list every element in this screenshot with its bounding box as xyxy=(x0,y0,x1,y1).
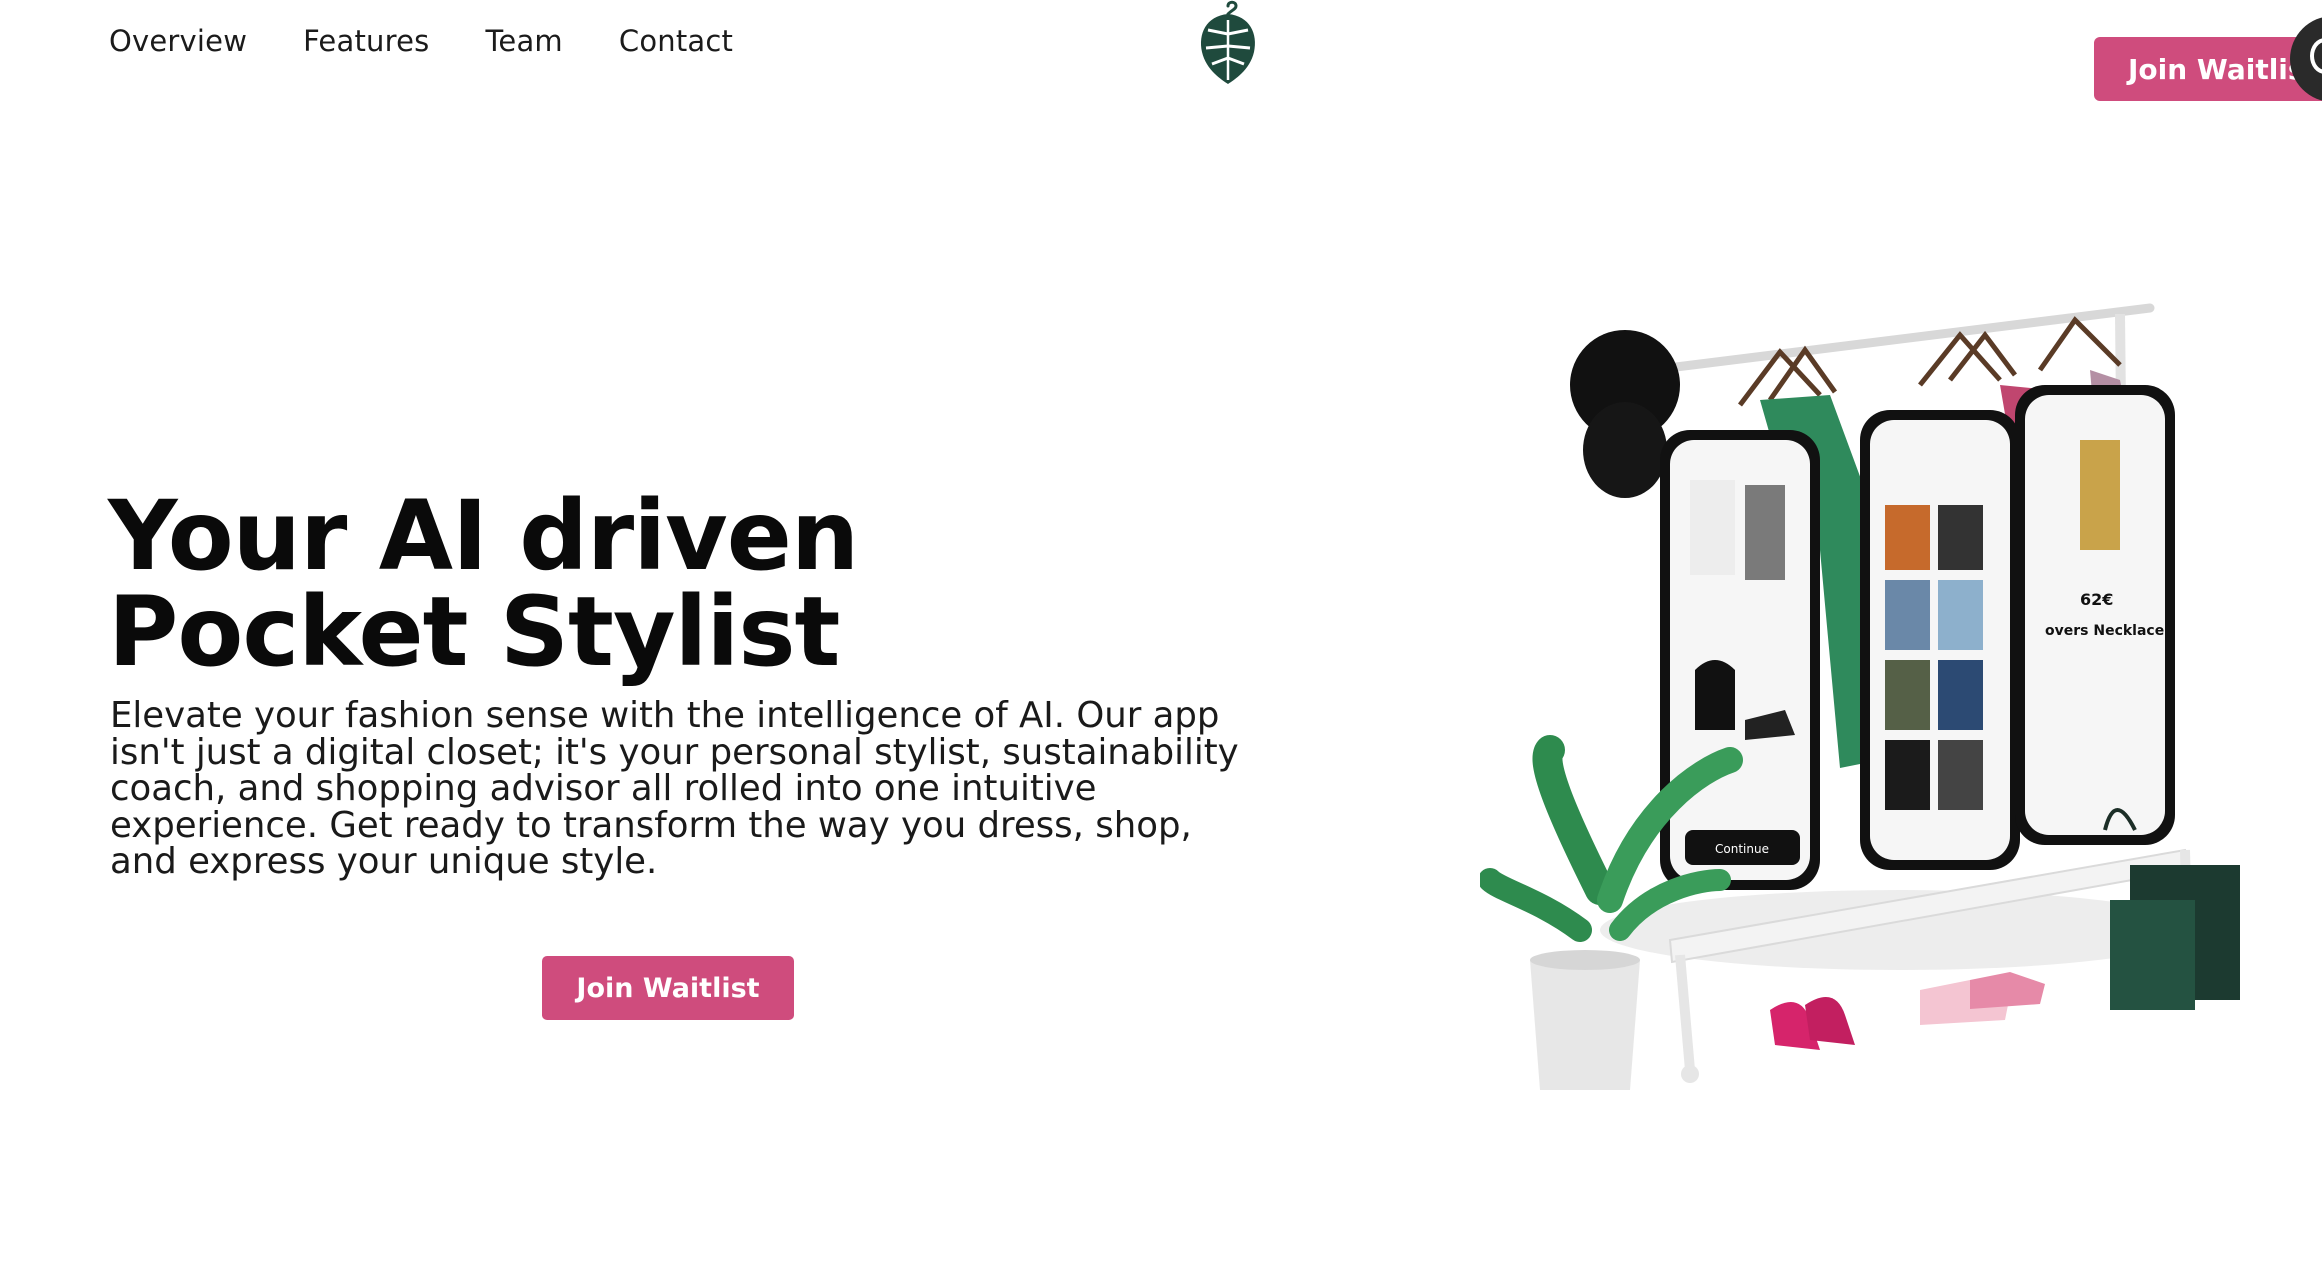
main-nav: Overview Features Team Contact xyxy=(109,24,733,58)
hero-title-line-2: Pocket Stylist xyxy=(108,576,840,688)
pink-heels xyxy=(1770,997,1855,1050)
phone-mockup-1: Continue xyxy=(1660,430,1820,890)
nav-contact[interactable]: Contact xyxy=(619,24,733,58)
nav-overview[interactable]: Overview xyxy=(109,24,247,58)
pink-sneakers xyxy=(1920,972,2045,1025)
phone3-price: 62€ xyxy=(2080,590,2113,609)
phone1-continue-label: Continue xyxy=(1715,842,1769,856)
hero-join-waitlist-button[interactable]: Join Waitlist xyxy=(542,956,794,1020)
wardrobe-rack-illustration: Continue 62€ overs Necklace xyxy=(1480,303,2240,1090)
header-join-waitlist-button[interactable]: Join Waitlist xyxy=(2094,37,2322,101)
monstera-leaf-hanger-icon[interactable] xyxy=(1196,0,1260,86)
nav-features[interactable]: Features xyxy=(303,24,429,58)
phone3-product-name: overs Necklace xyxy=(2045,623,2164,639)
hero-title-line-1: Your AI driven xyxy=(108,480,859,592)
hero-description: Elevate your fashion sense with the inte… xyxy=(110,695,1239,882)
rack-pole xyxy=(1663,303,2155,373)
phone-mockup-3: 62€ overs Necklace xyxy=(2015,385,2175,845)
hero-title: Your AI driven Pocket Stylist xyxy=(108,480,859,688)
nav-team[interactable]: Team xyxy=(485,24,562,58)
phone-mockup-2 xyxy=(1860,410,2020,870)
